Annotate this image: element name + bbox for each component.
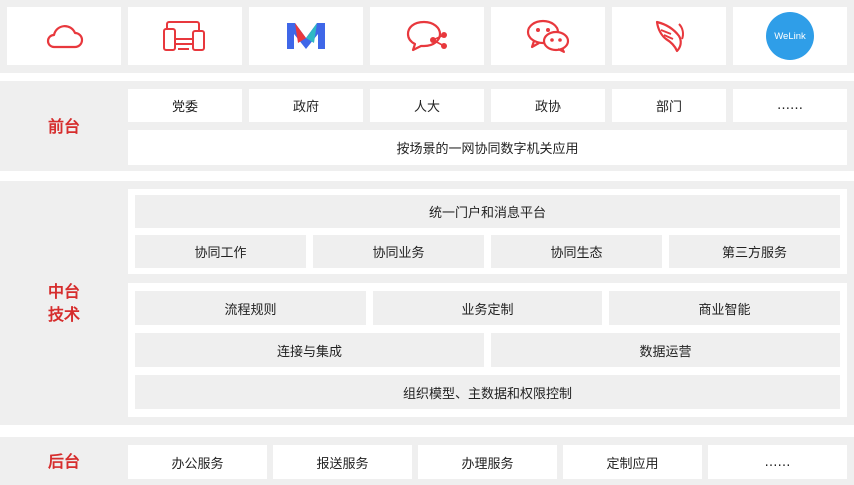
angel-wing-icon [655,20,684,53]
middle-label-line1: 中台 [47,282,80,301]
front-item[interactable]: 部门 [612,89,726,122]
m-logo-icon [287,23,325,49]
front-layer-label: 前台 [47,116,80,136]
cloud-tile[interactable] [7,7,121,65]
chat-share-icon [406,20,447,52]
devices-tile[interactable] [128,7,242,65]
m-logo-tile[interactable] [249,7,363,65]
front-wide-item[interactable]: 按场景的一网协同数字机关应用 [128,130,847,165]
back-item-more[interactable]: …… [708,445,847,479]
devices-icon [163,21,205,51]
collab-box[interactable]: 协同工作 [135,235,306,268]
cloud-icon [46,25,84,49]
front-item-more[interactable]: …… [733,89,847,122]
portal-platform-box[interactable]: 统一门户和消息平台 [135,195,840,228]
collab-box[interactable]: 协同生态 [491,235,662,268]
chat-share-tile[interactable] [370,7,484,65]
front-item[interactable]: 政府 [249,89,363,122]
capability-box[interactable]: 流程规则 [135,291,366,325]
capability-box[interactable]: 商业智能 [609,291,840,325]
back-item[interactable]: 办公服务 [128,445,267,479]
front-item[interactable]: 政协 [491,89,605,122]
back-layer-label: 后台 [47,451,80,471]
wechat-icon [526,19,570,53]
front-item[interactable]: 党委 [128,89,242,122]
welink-logo-text: WeLink [774,30,806,42]
collab-box[interactable]: 第三方服务 [669,235,840,268]
collab-box[interactable]: 协同业务 [313,235,484,268]
capability-box[interactable]: 连接与集成 [135,333,484,367]
wechat-tile[interactable] [491,7,605,65]
back-item[interactable]: 办理服务 [418,445,557,479]
capability-box-wide[interactable]: 组织模型、主数据和权限控制 [135,375,840,409]
middle-layer-label: 中台 技术 [0,181,128,425]
back-item[interactable]: 报送服务 [273,445,412,479]
welink-tile[interactable]: WeLink [733,7,847,65]
capability-box[interactable]: 业务定制 [373,291,602,325]
front-item[interactable]: 人大 [370,89,484,122]
capability-box[interactable]: 数据运营 [491,333,840,367]
middle-label-line2: 技术 [47,305,80,324]
angel-wing-tile[interactable] [612,7,726,65]
welink-logo-icon: WeLink [766,12,814,60]
back-item[interactable]: 定制应用 [563,445,702,479]
